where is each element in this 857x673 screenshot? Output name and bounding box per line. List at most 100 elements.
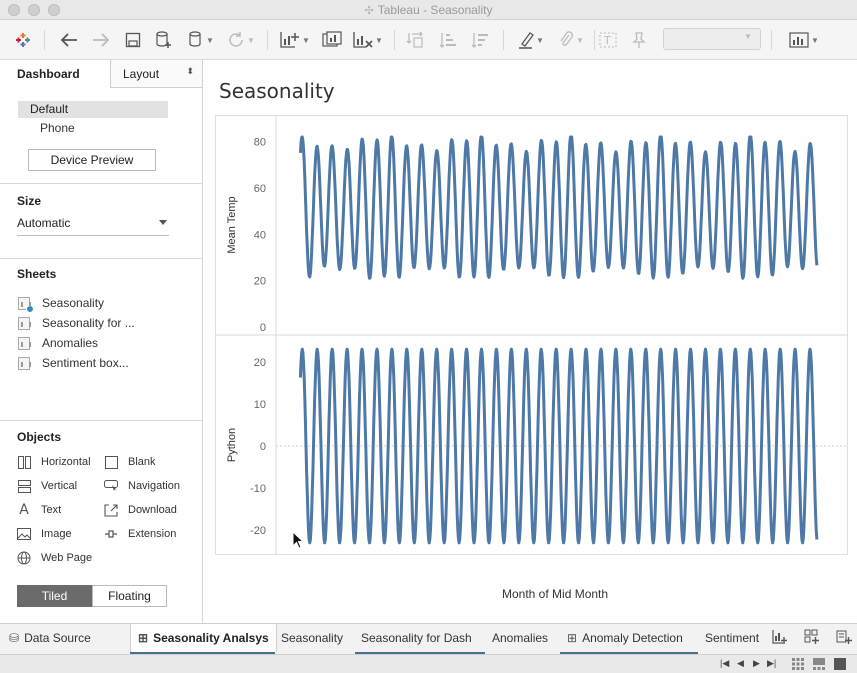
- new-dashboard-tab-icon[interactable]: [804, 629, 820, 648]
- floating-toggle[interactable]: Floating: [92, 585, 167, 607]
- tab-seasonality-analysis[interactable]: ⊞ Seasonality Analsys: [130, 624, 277, 652]
- worksheet-icon: [18, 356, 31, 370]
- tab-seasonality[interactable]: Seasonality: [274, 624, 350, 652]
- forward-icon[interactable]: [90, 29, 112, 51]
- first-sheet-icon[interactable]: |◀: [720, 658, 729, 669]
- new-data-source-icon[interactable]: [153, 29, 175, 51]
- y-tick-label: -10: [250, 483, 266, 495]
- x-axis-title: Month of Mid Month: [502, 587, 609, 601]
- sheets-heading: Sheets: [17, 267, 57, 281]
- save-icon[interactable]: [122, 29, 144, 51]
- worksheet-icon: [18, 336, 31, 350]
- tab-anomalies[interactable]: Anomalies: [485, 624, 555, 652]
- tab-label: Seasonality for Dash: [361, 631, 472, 645]
- tab-dashboard[interactable]: Dashboard: [17, 67, 80, 81]
- object-horizontal[interactable]: Horizontal: [17, 454, 91, 470]
- tab-label: Sentiment: [705, 631, 760, 645]
- show-mark-labels-icon[interactable]: T: [597, 29, 619, 51]
- object-extension[interactable]: Extension: [104, 526, 176, 542]
- tab-data-source[interactable]: ⛁ Data Source: [2, 624, 98, 652]
- dashboard-grid-icon: ⊞: [138, 631, 149, 645]
- mouse-cursor-icon: [292, 531, 304, 549]
- tiled-toggle[interactable]: Tiled: [17, 585, 92, 607]
- swap-rows-columns-icon[interactable]: [404, 29, 426, 51]
- y-tick-label: 60: [254, 183, 266, 195]
- sheet-item[interactable]: Sentiment box...: [18, 355, 129, 371]
- y-tick-label: 20: [254, 357, 266, 369]
- device-default[interactable]: Default: [18, 101, 168, 118]
- fit-select[interactable]: ▼: [663, 28, 761, 50]
- sheet-item[interactable]: Anomalies: [18, 335, 98, 351]
- fix-axes-icon[interactable]: [628, 29, 650, 51]
- y-tick-label: 0: [260, 322, 266, 334]
- y-tick-label: 10: [254, 399, 266, 411]
- tableau-logo-icon[interactable]: [12, 29, 34, 51]
- sheet-item[interactable]: Seasonality for ...: [18, 315, 135, 331]
- new-worksheet-icon[interactable]: ▼: [277, 29, 313, 51]
- sort-descending-icon[interactable]: [469, 29, 491, 51]
- sort-ascending-icon[interactable]: [437, 29, 459, 51]
- image-icon: [17, 527, 31, 541]
- object-label: Image: [41, 528, 72, 540]
- tab-seasonality-for-dash[interactable]: Seasonality for Dash: [354, 624, 479, 652]
- sheet-item[interactable]: Seasonality: [18, 295, 105, 313]
- object-label: Text: [41, 504, 62, 516]
- sheet-item-label: Anomalies: [42, 336, 99, 350]
- sheet-item-label: Seasonality for ...: [42, 316, 135, 330]
- title-bar: ✣ Tableau - Seasonality: [0, 0, 857, 20]
- side-panel-tabs: Dashboard Layout ⬍: [0, 60, 203, 88]
- presentation-mode-icon[interactable]: ▼: [786, 29, 822, 51]
- object-web-page[interactable]: Web Page: [17, 550, 92, 566]
- toolbar: ▼ ▼ ▼ ▼ ▼ ▼ T ▼ ▼: [0, 20, 857, 60]
- duplicate-sheet-icon[interactable]: [320, 29, 344, 51]
- object-blank[interactable]: Blank: [104, 454, 156, 470]
- device-preview-button[interactable]: Device Preview: [28, 149, 156, 171]
- new-story-tab-icon[interactable]: [836, 629, 852, 648]
- tab-layout[interactable]: Layout ⬍: [110, 60, 202, 88]
- last-sheet-icon[interactable]: ▶|: [767, 658, 776, 669]
- seasonality-chart[interactable]: 020406080Mean Temp20100-10-20Python19851…: [204, 60, 857, 560]
- clear-sheet-icon[interactable]: ▼: [350, 29, 386, 51]
- tab-label: Anomaly Detection: [582, 631, 683, 645]
- check-badge-icon: [26, 304, 34, 313]
- tabs-view-icon[interactable]: [834, 658, 846, 670]
- previous-sheet-icon[interactable]: ◀: [737, 658, 744, 669]
- next-sheet-icon[interactable]: ▶: [753, 658, 760, 669]
- web-page-icon: [17, 551, 31, 565]
- download-icon: [104, 503, 118, 517]
- object-label: Vertical: [41, 480, 78, 492]
- tab-label: Seasonality: [281, 631, 344, 645]
- refresh-icon[interactable]: ▼: [224, 29, 258, 51]
- tab-data-source-label: Data Source: [24, 631, 91, 645]
- worksheet-icon: [18, 296, 34, 313]
- object-label: Horizontal: [41, 456, 91, 468]
- y-axis-label: Mean Temp: [226, 196, 238, 253]
- group-members-icon[interactable]: ▼: [553, 29, 589, 51]
- object-vertical[interactable]: Vertical: [17, 478, 77, 494]
- object-image[interactable]: Image: [17, 526, 72, 542]
- object-navigation[interactable]: Navigation: [104, 478, 180, 494]
- tab-sentiment[interactable]: Sentiment: [698, 624, 764, 652]
- sheet-sorter-icon[interactable]: [792, 658, 804, 670]
- series-line: [298, 135, 819, 280]
- object-label: Extension: [128, 528, 177, 540]
- extension-icon: [104, 527, 118, 541]
- size-select[interactable]: Automatic: [17, 216, 169, 236]
- tab-anomaly-detection[interactable]: ⊞ Anomaly Detection: [560, 624, 690, 652]
- object-text[interactable]: A Text: [17, 502, 61, 518]
- pause-updates-icon[interactable]: ▼: [185, 29, 217, 51]
- new-worksheet-tab-icon[interactable]: [772, 629, 788, 648]
- updown-arrow-icon: ⬍: [186, 66, 194, 76]
- device-phone[interactable]: Phone: [40, 121, 75, 135]
- blank-icon: [104, 455, 118, 469]
- tableau-logo-icon: ✣: [364, 5, 374, 17]
- back-icon[interactable]: [58, 29, 80, 51]
- object-download[interactable]: Download: [104, 502, 177, 518]
- object-label: Web Page: [41, 552, 93, 564]
- dashboard-grid-icon: ⊞: [567, 631, 578, 645]
- highlight-icon[interactable]: ▼: [514, 29, 548, 51]
- size-value: Automatic: [17, 216, 71, 230]
- tab-layout-label: Layout: [123, 67, 160, 81]
- filmstrip-icon[interactable]: [813, 658, 825, 670]
- sheet-item-label: Seasonality: [42, 296, 105, 310]
